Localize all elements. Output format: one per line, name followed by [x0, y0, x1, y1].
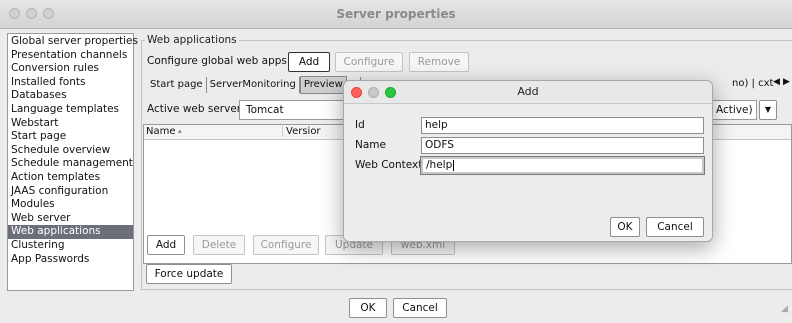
group-title: Web applications — [145, 34, 239, 46]
id-field[interactable]: help — [421, 117, 704, 134]
window-title: Server properties — [336, 7, 456, 21]
add-button[interactable]: Add — [147, 235, 185, 255]
dialog-cancel-button[interactable]: Cancel — [646, 217, 704, 237]
dialog-titlebar: Add — [344, 81, 712, 104]
tab-start-page[interactable]: Start page — [147, 77, 207, 93]
dialog-ok-button[interactable]: OK — [610, 217, 640, 237]
text-cursor — [453, 159, 455, 171]
sidebar-item[interactable]: Language templates — [8, 103, 133, 117]
sidebar-item[interactable]: Clustering — [8, 239, 133, 253]
settings-category-list[interactable]: Global server properties Presentation cha… — [7, 33, 138, 291]
add-webapp-button[interactable]: Add — [288, 52, 330, 72]
sidebar-item[interactable]: Web applications — [8, 225, 133, 239]
column-version[interactable]: Versior — [282, 126, 321, 137]
chevron-down-icon[interactable]: ▼ — [759, 100, 777, 120]
ok-button[interactable]: OK — [349, 298, 387, 318]
tab-preview[interactable]: Preview — [299, 76, 347, 94]
sidebar-item[interactable]: Installed fonts — [8, 76, 133, 90]
server-mode-select[interactable]: Active) — [709, 100, 757, 120]
tab-scroll-right-icon[interactable]: ▶ — [783, 77, 790, 87]
sidebar-item[interactable]: Schedule management — [8, 157, 133, 171]
sidebar-item[interactable]: Databases — [8, 89, 133, 103]
web-context-value: /help — [426, 159, 453, 171]
sidebar-item[interactable]: Global server properties — [8, 35, 138, 49]
sidebar-item[interactable]: App Passwords — [8, 253, 133, 267]
dialog-title: Add — [517, 85, 539, 98]
sidebar-item[interactable]: Schedule overview — [8, 144, 133, 158]
active-server-label: Active web server: — [147, 103, 245, 115]
configure-button[interactable]: Configure — [253, 235, 319, 255]
force-update-button[interactable]: Force update — [146, 264, 232, 284]
sidebar-item[interactable]: Presentation channels — [8, 49, 133, 63]
delete-button[interactable]: Delete — [193, 235, 245, 255]
tab-servermonitoring[interactable]: ServerMonitoring — [207, 77, 300, 93]
sidebar-item[interactable]: Start page — [8, 130, 133, 144]
active-server-value: Tomcat — [246, 104, 284, 116]
add-dialog: Add Id help Name ODFS Web Context /help … — [343, 80, 713, 242]
name-field[interactable]: ODFS — [421, 137, 704, 154]
sidebar-item[interactable]: Modules — [8, 198, 133, 212]
web-context-field[interactable]: /help — [420, 156, 705, 175]
id-label: Id — [355, 119, 365, 131]
tab-scroll-left-icon[interactable]: ◀ — [773, 77, 780, 87]
sidebar-item[interactable]: Action templates — [8, 171, 133, 185]
server-mode-value: Active) — [716, 104, 753, 116]
remove-webapp-button[interactable]: Remove — [409, 52, 469, 72]
sidebar-item[interactable]: JAAS configuration — [8, 185, 133, 199]
sort-icon: ▴ — [178, 127, 182, 135]
configure-webapp-button[interactable]: Configure — [335, 52, 403, 72]
cancel-button[interactable]: Cancel — [393, 298, 447, 318]
tabs-tail: no) | cxt — [732, 78, 774, 89]
sidebar-item[interactable]: Web server — [8, 212, 133, 226]
configure-global-label: Configure global web apps: — [147, 55, 291, 67]
web-context-label: Web Context — [355, 159, 423, 171]
sidebar-item[interactable]: Conversion rules — [8, 62, 133, 76]
window-titlebar: Server properties — [0, 0, 792, 29]
sidebar-item[interactable]: Webstart — [8, 117, 133, 131]
resize-grip-icon: ◢ — [781, 304, 788, 314]
name-label: Name — [355, 139, 386, 151]
column-name[interactable]: Name — [146, 126, 176, 137]
